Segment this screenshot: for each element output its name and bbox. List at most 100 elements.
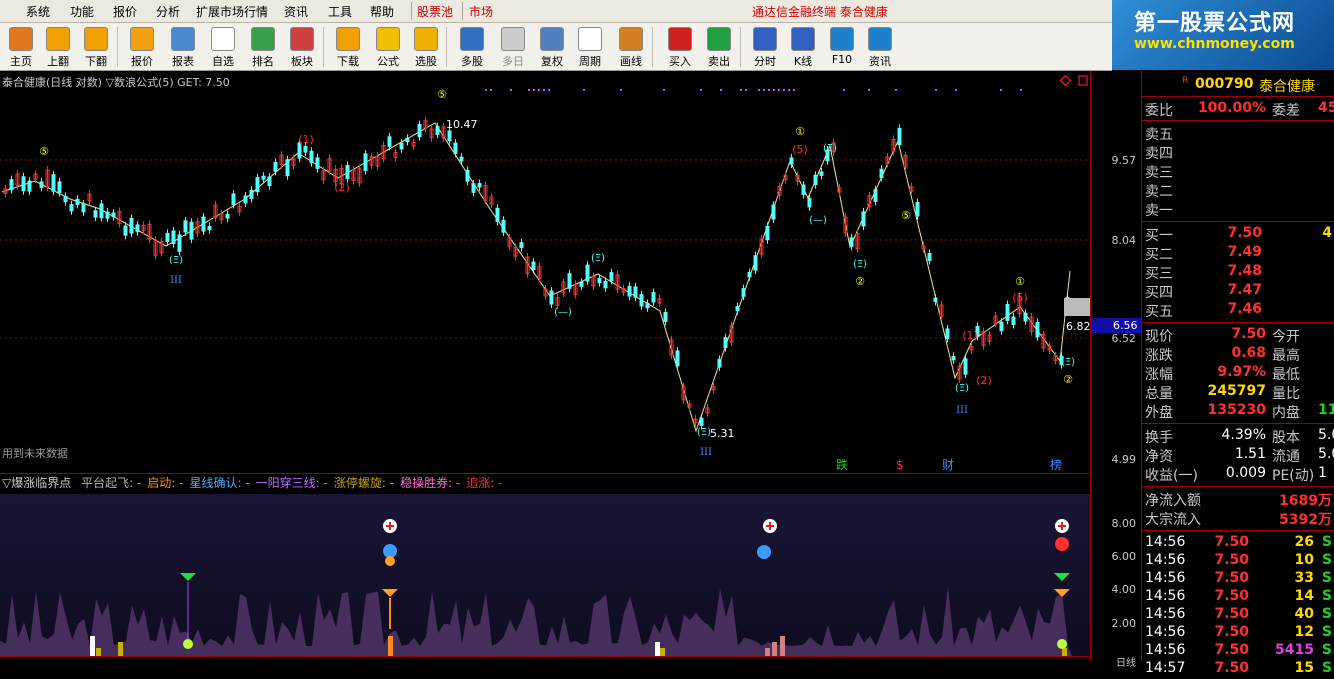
candle-body (471, 183, 476, 193)
toolbar-button-sell[interactable]: 卖出 (699, 25, 739, 69)
toolbar-button-label: 多日 (502, 55, 524, 68)
toolbar-button-draw[interactable]: 画线 (611, 25, 651, 69)
multi-stock-icon (460, 27, 484, 51)
candle-body (207, 225, 212, 231)
signal-dot (510, 89, 512, 91)
candle-body (171, 230, 176, 245)
wave-label: (Ξ) (591, 253, 605, 264)
toolbar-button-formula[interactable]: 公式 (368, 25, 408, 69)
toolbar-button-report[interactable]: 报表 (163, 25, 203, 69)
toolbar-button-restore[interactable]: 复权 (532, 25, 572, 69)
candle-body (465, 169, 470, 182)
quote-stat-row: 现价 7.50 今开 (1142, 326, 1334, 345)
candle-body (201, 216, 206, 232)
wave-label: (2) (976, 374, 992, 387)
toolbar-button-pick[interactable]: 选股 (406, 25, 446, 69)
signal-dot (745, 89, 747, 91)
signal-dot (543, 89, 545, 91)
menu-news[interactable]: 资讯 (284, 3, 308, 20)
wave-label: ① (795, 125, 805, 138)
kline-canvas[interactable]: ⑤ (1) (2) ⑤ ① (5) ② ⑤ ① (5) ② (1) (2) (Ξ) (Ξ) (—) (Ξ) (—)… (0, 71, 1090, 472)
window-icon (1078, 75, 1088, 86)
signal-dot (768, 89, 770, 91)
tick-price: 7.50 (1214, 552, 1249, 568)
candle-body (873, 189, 878, 203)
candle-body (807, 197, 812, 208)
candle-body (189, 221, 194, 240)
stat-label: 净资 (1145, 449, 1173, 465)
tick-price: 7.50 (1214, 588, 1249, 604)
f6-icon (211, 27, 235, 51)
toolbar-button-intraday[interactable]: 分时 (745, 25, 785, 69)
tick-volume: 40 (1294, 606, 1314, 622)
indicator-legend-item: 启动: - (147, 476, 184, 490)
stat-value: 135230 (1207, 402, 1266, 418)
toolbar-button-down-arrow[interactable]: 下翻 (76, 25, 116, 69)
wave-label: (1) (962, 329, 978, 342)
toolbar-separator (652, 27, 653, 67)
indicator-bar (90, 636, 95, 656)
tick-price: 7.50 (1214, 570, 1249, 586)
candle-body (81, 203, 86, 213)
draw-icon (619, 27, 643, 51)
candle-body (57, 181, 62, 194)
quote-stat-row: 涨幅 9.97% 最低 (1142, 364, 1334, 383)
menu-tools[interactable]: 工具 (328, 3, 352, 20)
menu-help[interactable]: 帮助 (370, 3, 394, 20)
kline-chart[interactable]: ⑤ (1) (2) ⑤ ① (5) ② ⑤ ① (5) ② (1) (2) (Ξ) (Ξ) (—) (Ξ) (—)… (0, 71, 1090, 472)
candle-body (39, 181, 44, 188)
toolbar-button-label: 选股 (415, 55, 437, 68)
stat-label: 外盘 (1145, 405, 1173, 421)
signal-dot (485, 89, 487, 91)
tick-time: 14:56 (1145, 642, 1186, 658)
toolbar-button-label: 下载 (337, 55, 359, 68)
f8-icon (578, 27, 602, 51)
sector-icon (290, 27, 314, 51)
buy-level-price: 7.48 (1227, 263, 1262, 279)
tick-row: 14:56 7.50 40 S (1142, 606, 1334, 625)
signal-dot (740, 89, 742, 91)
toolbar-button-home[interactable]: 主页 (1, 25, 41, 69)
menu-extended-market[interactable]: 扩展市场行情 (196, 3, 268, 20)
candle-body (753, 255, 758, 271)
indicator-bar (765, 648, 770, 656)
toolbar-button-rank[interactable]: 排名 (243, 25, 283, 69)
menu-function[interactable]: 功能 (70, 3, 94, 20)
toolbar-button-f8[interactable]: 周期 (570, 25, 610, 69)
quote-header: R 000790 泰合健康 (1142, 76, 1334, 95)
toolbar-button-label: 周期 (579, 55, 601, 68)
toolbar-button-yuan[interactable]: 报价 (122, 25, 162, 69)
menu-tab-stock-pool[interactable]: 股票池 (417, 3, 453, 20)
home-icon (9, 27, 33, 51)
toolbar-button-f6[interactable]: 自选 (203, 25, 243, 69)
indicator-legend-item: 平台起飞: - (81, 476, 142, 490)
toolbar-button-download[interactable]: 下载 (328, 25, 368, 69)
candle-body (255, 177, 260, 193)
sell-level-row: 卖五 (1142, 124, 1334, 143)
toolbar-button-buy[interactable]: 买入 (660, 25, 700, 69)
toolbar-button-sector[interactable]: 板块 (282, 25, 322, 69)
toolbar-button-multi-stock[interactable]: 多股 (452, 25, 492, 69)
sell-level-label: 卖三 (1145, 165, 1173, 181)
menu-system[interactable]: 系统 (26, 3, 50, 20)
toolbar-button-news[interactable]: 资讯 (860, 25, 900, 69)
menu-quote[interactable]: 报价 (113, 3, 137, 20)
toolbar-button-f10[interactable]: F10 (822, 25, 862, 69)
menu-tab-market[interactable]: 市场 (469, 3, 493, 20)
flow-label: 大宗流入 (1145, 512, 1201, 528)
indicator-panel[interactable] (0, 494, 1090, 656)
toolbar-button-kline[interactable]: K线 (783, 25, 823, 69)
wave-label: (Ξ) (955, 383, 969, 394)
indicator-bar (118, 642, 123, 656)
toolbar-button-clock[interactable]: 多日 (493, 25, 533, 69)
indicator-legend-item: 稳操胜券: - (400, 476, 461, 490)
wave-label: (1) (298, 133, 314, 146)
quote-stat-row: 总量 245797 量比 (1142, 383, 1334, 402)
candle-body (609, 272, 614, 282)
apple-icon (1057, 639, 1067, 649)
indicator-canvas[interactable] (0, 494, 1090, 656)
stat-label: 总量 (1145, 386, 1173, 402)
toolbar-button-up-arrow[interactable]: 上翻 (38, 25, 78, 69)
buy-level-row: 买二 7.49 (1142, 244, 1334, 263)
menu-analysis[interactable]: 分析 (156, 3, 180, 20)
